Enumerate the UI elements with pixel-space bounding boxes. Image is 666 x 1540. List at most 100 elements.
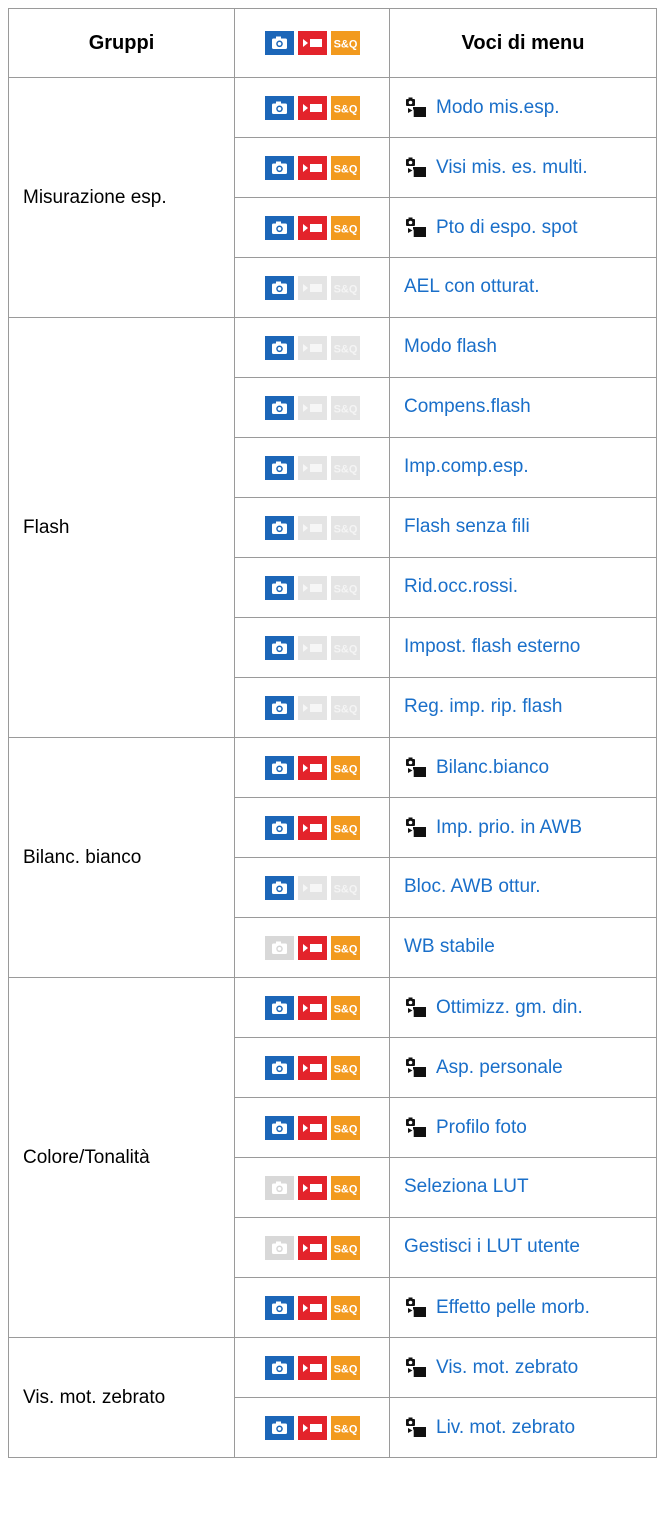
svg-text:S&Q: S&Q [333, 1423, 357, 1435]
svg-text:S&Q: S&Q [333, 1363, 357, 1375]
menu-item-link-profilo-foto[interactable]: Profilo foto [436, 1117, 527, 1138]
menu-item-link-liv-mot-zebrato[interactable]: Liv. mot. zebrato [436, 1417, 575, 1438]
svg-text:S&Q: S&Q [333, 343, 357, 355]
per-mode-setting-icon [404, 816, 428, 840]
menu-item-link-effetto-pelle-morb[interactable]: Effetto pelle morb. [436, 1297, 590, 1318]
menu-item-link-ottimizz-gm-din[interactable]: Ottimizz. gm. din. [436, 997, 583, 1018]
s-and-q-icon: S&Q [330, 875, 360, 900]
mode-icons: S&Q [234, 1277, 390, 1338]
menu-item-link-compens-flash[interactable]: Compens.flash [404, 396, 531, 417]
menu-item-link-asp-personale[interactable]: Asp. personale [436, 1057, 563, 1078]
menu-item-link-modo-flash[interactable]: Modo flash [404, 336, 497, 357]
svg-text:S&Q: S&Q [333, 1003, 357, 1015]
header-items: Voci di menu [389, 8, 657, 78]
menu-item-cell: Imp. prio. in AWB [389, 797, 657, 858]
camera-icon [264, 155, 294, 180]
menu-item-link-visi-mis-es-multi[interactable]: Visi mis. es. multi. [436, 157, 588, 178]
movie-icon [297, 815, 327, 840]
menu-item-link-ael-con-otturat[interactable]: AEL con otturat. [404, 276, 540, 297]
menu-item-link-bilanc-bianco[interactable]: Bilanc.bianco [436, 757, 549, 778]
mode-icons: S&Q [234, 857, 390, 918]
svg-text:S&Q: S&Q [333, 1303, 357, 1315]
menu-item-cell: Pto di espo. spot [389, 197, 657, 258]
movie-icon [297, 455, 327, 480]
per-mode-setting-icon [404, 156, 428, 180]
movie-icon [297, 635, 327, 660]
s-and-q-icon: S&Q [330, 1415, 360, 1440]
menu-item-cell: Liv. mot. zebrato [389, 1397, 657, 1458]
table-row: Flash S&Q Modo flash [8, 317, 657, 738]
per-mode-setting-icon [404, 1416, 428, 1440]
group-misurazione-esp: Misurazione esp. [8, 77, 235, 318]
svg-text:S&Q: S&Q [333, 403, 357, 415]
menu-item-link-reg-imp-rip-flash[interactable]: Reg. imp. rip. flash [404, 696, 562, 717]
svg-text:S&Q: S&Q [333, 223, 357, 235]
camera-icon [264, 395, 294, 420]
mode-icons: S&Q [234, 677, 390, 738]
svg-text:S&Q: S&Q [333, 39, 357, 51]
s-and-q-icon: S&Q [330, 1115, 360, 1140]
svg-text:S&Q: S&Q [333, 163, 357, 175]
camera-icon [264, 695, 294, 720]
mode-icons: S&Q [234, 1397, 390, 1458]
menu-item-link-rid-occ-rossi[interactable]: Rid.occ.rossi. [404, 576, 518, 597]
movie-icon [297, 995, 327, 1020]
camera-icon [264, 1235, 294, 1260]
camera-icon [264, 275, 294, 300]
menu-item-link-impost-flash-esterno[interactable]: Impost. flash esterno [404, 636, 580, 657]
movie-icon [297, 515, 327, 540]
s-and-q-icon: S&Q [330, 1355, 360, 1380]
movie-icon [297, 1235, 327, 1260]
s-and-q-icon: S&Q [330, 575, 360, 600]
camera-icon [264, 575, 294, 600]
menu-item-link-pto-di-espo-spot[interactable]: Pto di espo. spot [436, 217, 578, 238]
mode-icons: S&Q [234, 617, 390, 678]
camera-icon [264, 455, 294, 480]
camera-icon [264, 1355, 294, 1380]
svg-text:S&Q: S&Q [333, 583, 357, 595]
svg-text:S&Q: S&Q [333, 523, 357, 535]
movie-icon [297, 395, 327, 420]
menu-item-cell: Profilo foto [389, 1097, 657, 1158]
menu-item-cell: AEL con otturat. [389, 257, 657, 318]
s-and-q-icon: S&Q [330, 335, 360, 360]
per-mode-setting-icon [404, 216, 428, 240]
s-and-q-icon: S&Q [330, 755, 360, 780]
menu-item-link-vis-mot-zebrato[interactable]: Vis. mot. zebrato [436, 1357, 578, 1378]
camera-icon [264, 335, 294, 360]
menu-item-link-wb-stabile[interactable]: WB stabile [404, 936, 495, 957]
mode-icons: S&Q [234, 1337, 390, 1398]
menu-item-link-gestisci-i-lut-utente[interactable]: Gestisci i LUT utente [404, 1236, 580, 1257]
menu-item-link-bloc-awb-ottur[interactable]: Bloc. AWB ottur. [404, 876, 541, 897]
menu-item-link-seleziona-lut[interactable]: Seleziona LUT [404, 1176, 529, 1197]
mode-icons: S&Q [234, 137, 390, 198]
menu-item-link-modo-mis-esp[interactable]: Modo mis.esp. [436, 97, 560, 118]
movie-icon [297, 575, 327, 600]
group-flash: Flash [8, 317, 235, 738]
menu-item-cell: Modo mis.esp. [389, 77, 657, 138]
per-mode-setting-icon [404, 1356, 428, 1380]
mode-icons: S&Q [234, 917, 390, 978]
camera-icon [264, 815, 294, 840]
s-and-q-icon: S&Q [330, 395, 360, 420]
menu-item-cell: WB stabile [389, 917, 657, 978]
header-mode-icons: S&Q [234, 8, 390, 78]
movie-icon [297, 275, 327, 300]
menu-item-link-imp-comp-esp[interactable]: Imp.comp.esp. [404, 456, 529, 477]
mode-icons: S&Q [234, 977, 390, 1038]
s-and-q-icon: S&Q [330, 95, 360, 120]
movie-icon [297, 335, 327, 360]
menu-item-cell: Modo flash [389, 317, 657, 378]
movie-icon [297, 95, 327, 120]
camera-icon [264, 515, 294, 540]
svg-text:S&Q: S&Q [333, 823, 357, 835]
movie-icon [297, 695, 327, 720]
menu-item-link-flash-senza-fili[interactable]: Flash senza fili [404, 516, 530, 537]
menu-item-link-imp-prio-in-awb[interactable]: Imp. prio. in AWB [436, 817, 582, 838]
table-row: Vis. mot. zebrato S&Q Vis. mot. zebrato [8, 1337, 657, 1458]
camera-icon [264, 875, 294, 900]
menu-item-cell: Flash senza fili [389, 497, 657, 558]
svg-text:S&Q: S&Q [333, 643, 357, 655]
movie-icon [297, 1055, 327, 1080]
camera-icon [264, 935, 294, 960]
